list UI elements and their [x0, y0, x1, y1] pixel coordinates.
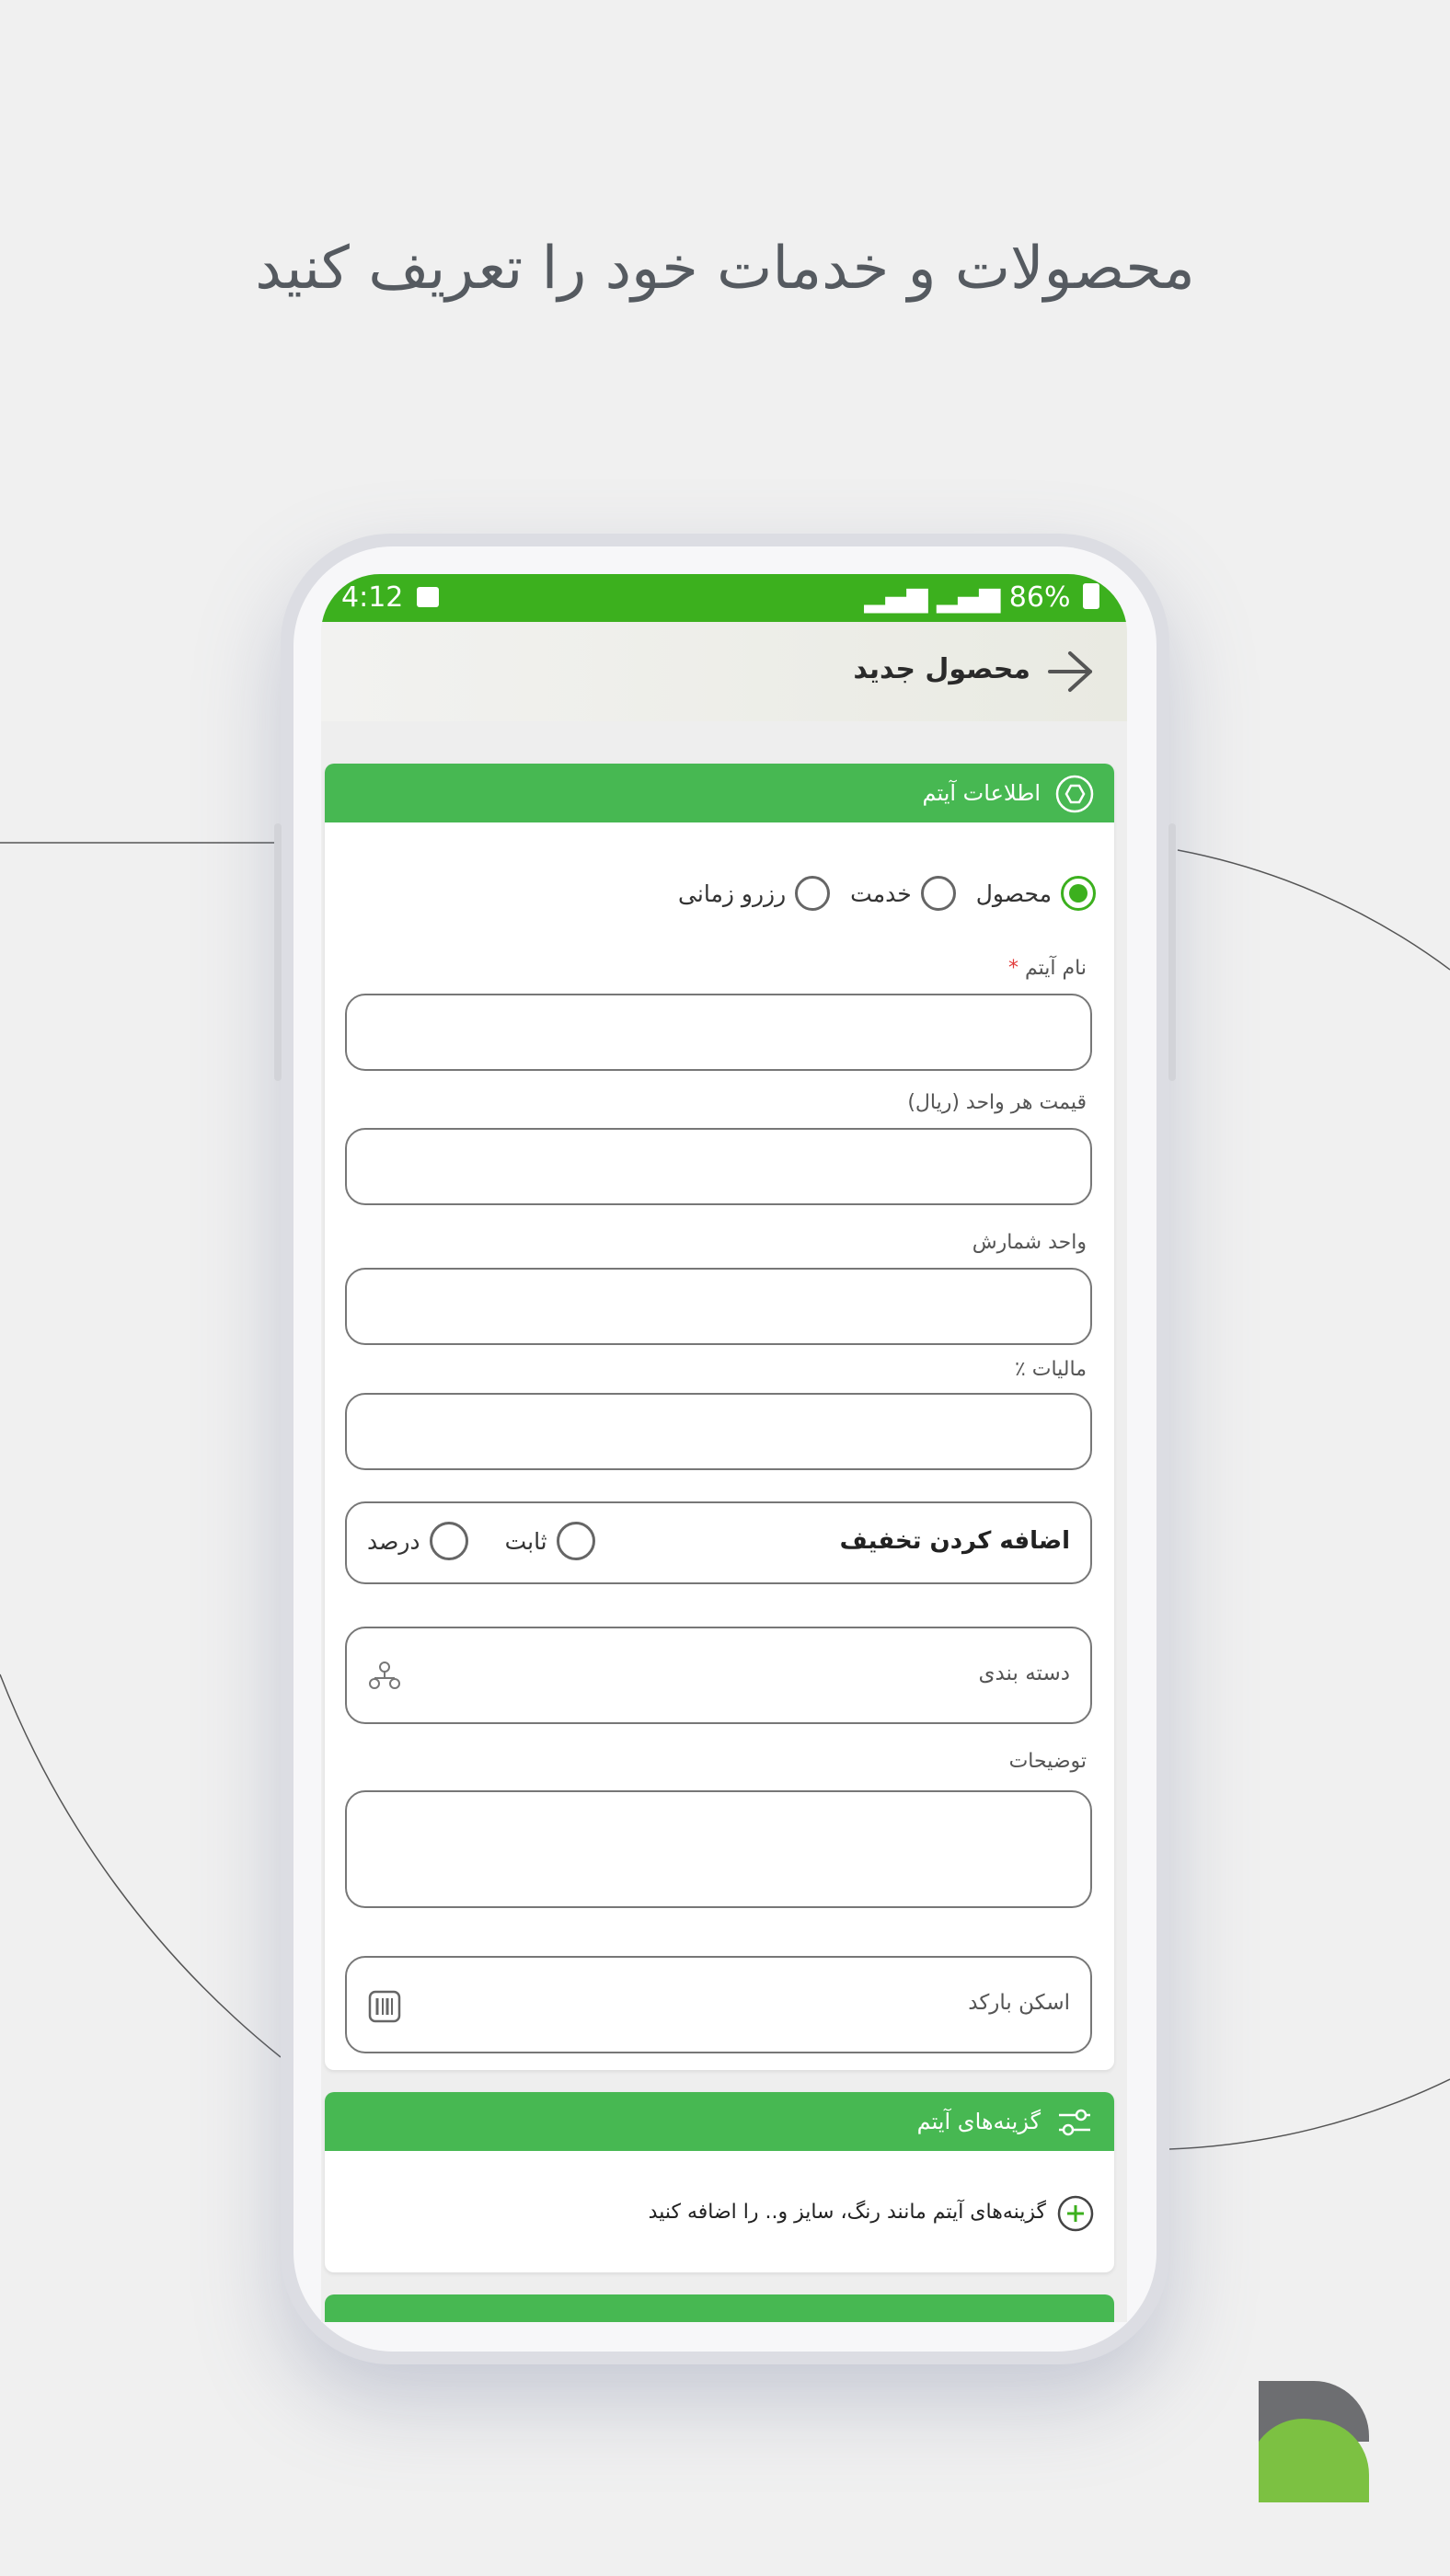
radio-option-service[interactable]: خدمت	[850, 876, 956, 911]
add-item-options-link[interactable]: گزینه‌های آیتم مانند رنگ، سایز و.. را اض…	[649, 2201, 1046, 2224]
unit-input[interactable]	[345, 1268, 1092, 1345]
gallery-icon	[417, 587, 439, 607]
item-info-card: اطلاعات آیتم محصول خدمت رزرو زمانی نام آ…	[325, 764, 1114, 2070]
item-info-title: اطلاعات آیتم	[922, 780, 1041, 806]
item-info-header: اطلاعات آیتم	[325, 764, 1114, 822]
radio-fixed-label: ثابت	[504, 1527, 547, 1555]
unit-label: واحد شمارش	[972, 1231, 1087, 1254]
radio-service-label: خدمت	[850, 880, 912, 907]
battery-icon	[1083, 583, 1099, 609]
category-tree-icon	[369, 1662, 400, 1689]
radio-reservation[interactable]	[795, 876, 831, 911]
radio-product[interactable]	[1061, 876, 1096, 911]
price-input[interactable]	[345, 1128, 1092, 1205]
app-bar: محصول جدید	[321, 622, 1127, 721]
page-headline: محصولات و خدمات خود را تعریف کنید	[255, 235, 1195, 303]
radio-reservation-label: رزرو زمانی	[678, 880, 787, 907]
radio-option-reservation[interactable]: رزرو زمانی	[678, 876, 831, 911]
radio-percent[interactable]	[429, 1522, 468, 1560]
radio-option-percent[interactable]: درصد	[367, 1522, 468, 1560]
item-options-card: گزینه‌های آیتم گزینه‌های آیتم مانند رنگ،…	[325, 2092, 1114, 2272]
description-label: توضیحات	[1008, 1750, 1087, 1773]
price-label: قیمت هر واحد (ریال)	[907, 1091, 1087, 1114]
item-options-header: گزینه‌های آیتم	[325, 2092, 1114, 2151]
tax-input[interactable]	[345, 1393, 1092, 1470]
category-select[interactable]: دسته بندی	[345, 1627, 1092, 1724]
battery-level: 86%	[1008, 581, 1071, 614]
discount-title: اضافه کردن تخفیف	[839, 1527, 1070, 1555]
item-type-radio-group: محصول خدمت رزرو زمانی	[678, 876, 1096, 911]
box-icon	[1055, 775, 1094, 813]
item-name-label-text: نام آیتم	[1025, 957, 1087, 980]
tax-label: مالیات ٪	[1014, 1358, 1087, 1381]
status-time: 4:12	[341, 581, 404, 614]
radio-product-label: محصول	[975, 880, 1052, 907]
radio-fixed[interactable]	[556, 1522, 595, 1560]
item-options-title: گزینه‌های آیتم	[916, 2109, 1041, 2134]
add-circle-icon[interactable]	[1057, 2195, 1094, 2232]
item-name-input[interactable]	[345, 994, 1092, 1071]
back-arrow-icon[interactable]	[1046, 650, 1094, 694]
phone-screen: 4:12 ▂▄▆ ▂▄▆ 86% محصول جدید اطلاعات آیتم…	[321, 574, 1127, 2322]
radio-option-product[interactable]: محصول	[976, 876, 1096, 911]
brand-logo	[1259, 2381, 1369, 2502]
radio-service[interactable]	[920, 876, 956, 911]
app-bar-title: محصول جدید	[853, 653, 1030, 685]
required-mark: *	[1008, 957, 1019, 980]
barcode-placeholder: اسکن بارکد	[968, 1991, 1070, 2015]
category-placeholder: دسته بندی	[978, 1662, 1070, 1685]
status-icons: ▂▄▆ ▂▄▆ 86%	[864, 581, 1099, 614]
barcode-scan-field[interactable]: اسکن بارکد	[345, 1956, 1092, 2053]
barcode-scan-icon[interactable]	[367, 1989, 402, 2024]
phone-side-button-left	[274, 823, 282, 1081]
item-name-label: نام آیتم *	[1008, 957, 1087, 980]
discount-box: اضافه کردن تخفیف ثابت درصد	[345, 1501, 1092, 1584]
sliders-icon	[1059, 2109, 1090, 2136]
description-textarea[interactable]	[345, 1790, 1092, 1908]
radio-option-fixed[interactable]: ثابت	[505, 1522, 595, 1560]
signal-icon: ▂▄▆ ▂▄▆	[864, 581, 1009, 614]
next-section-header	[325, 2294, 1114, 2322]
phone-side-button-right	[1168, 823, 1176, 1081]
status-bar: 4:12 ▂▄▆ ▂▄▆ 86%	[321, 574, 1127, 622]
radio-percent-label: درصد	[367, 1527, 420, 1555]
discount-radio-group: ثابت درصد	[367, 1522, 595, 1560]
